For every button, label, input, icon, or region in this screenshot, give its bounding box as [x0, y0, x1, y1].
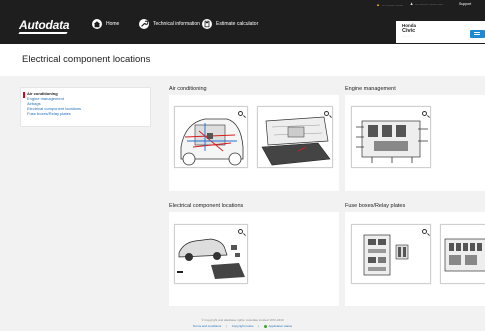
active-marker	[23, 92, 25, 98]
nav-technical-information[interactable]: Technical information	[139, 19, 200, 29]
diagram-thumbnail[interactable]	[351, 106, 431, 168]
util-link-2[interactable]: ♟ ... ......... ........ ......	[410, 2, 443, 6]
util-link-2-label: ... ......... ........ ......	[415, 2, 444, 6]
page-title: Electrical component locations	[22, 54, 151, 65]
section-title-fuse-boxes: Fuse boxes/Relay plates	[345, 203, 406, 209]
zoom-icon[interactable]	[324, 111, 329, 116]
sidebar-item-fuse-boxes[interactable]: Fuse boxes/Relay plates	[27, 111, 144, 116]
logo-underline	[18, 32, 68, 34]
footer-copyright: © Copyright and database rights: Autodat…	[201, 318, 284, 322]
fuse-box-diagram	[363, 234, 409, 276]
footer-separator: |	[226, 324, 227, 328]
person-icon: ♟	[410, 2, 414, 6]
autodata-logo[interactable]: Autodata	[19, 18, 70, 32]
diagram-thumbnail[interactable]	[440, 224, 485, 284]
zoom-icon[interactable]	[422, 111, 427, 116]
menu-icon	[474, 32, 480, 33]
engine-wiring-diagram	[356, 120, 428, 163]
wrench-icon	[139, 19, 149, 29]
section-title-air-conditioning: Air conditioning	[169, 86, 207, 92]
nav-home[interactable]: Home	[92, 19, 119, 29]
support-link[interactable]: Support	[459, 2, 471, 6]
zoom-icon[interactable]	[422, 229, 427, 234]
footer-separator: |	[258, 324, 260, 328]
warning-icon: ▲	[376, 2, 380, 7]
status-dot-icon	[263, 324, 267, 328]
nav-estimate-calculator[interactable]: Estimate calculator	[202, 19, 258, 29]
vehicle-details: ... ... ...	[402, 34, 412, 38]
diagram-thumbnail[interactable]	[174, 106, 248, 168]
home-icon	[92, 19, 102, 29]
terms-link[interactable]: Terms and conditions	[193, 324, 221, 328]
nav-home-label: Home	[106, 21, 120, 27]
vehicle-overview-diagram	[177, 238, 245, 279]
section-title-electrical-component-locations: Electrical component locations	[169, 203, 244, 209]
diagram-thumbnail[interactable]	[351, 224, 431, 284]
engine-bay-diagram	[180, 118, 244, 166]
application-status-link[interactable]: Application status	[269, 324, 293, 328]
zoom-icon[interactable]	[238, 229, 243, 234]
relay-plate-diagram	[444, 238, 485, 272]
copyright-notice-link[interactable]: Copyright notice	[232, 324, 254, 328]
util-link-1-label: ... ......... ........	[381, 2, 404, 7]
section-title-engine-management: Engine management	[345, 86, 396, 92]
footer-links: Terms and conditions | Copyright notice …	[0, 324, 485, 328]
nav-technical-information-label: Technical information	[153, 21, 200, 27]
sidebar-nav: Air conditioning Engine management Airba…	[20, 87, 151, 127]
calculator-icon	[202, 19, 212, 29]
dashboard-diagram	[261, 116, 331, 166]
diagram-thumbnail[interactable]	[174, 224, 248, 284]
util-link-1[interactable]: ▲ ... ......... ........	[376, 2, 403, 7]
vehicle-menu-button[interactable]	[470, 30, 485, 38]
zoom-icon[interactable]	[238, 111, 243, 116]
nav-estimate-calculator-label: Estimate calculator	[216, 21, 259, 27]
diagram-thumbnail[interactable]	[257, 106, 333, 168]
